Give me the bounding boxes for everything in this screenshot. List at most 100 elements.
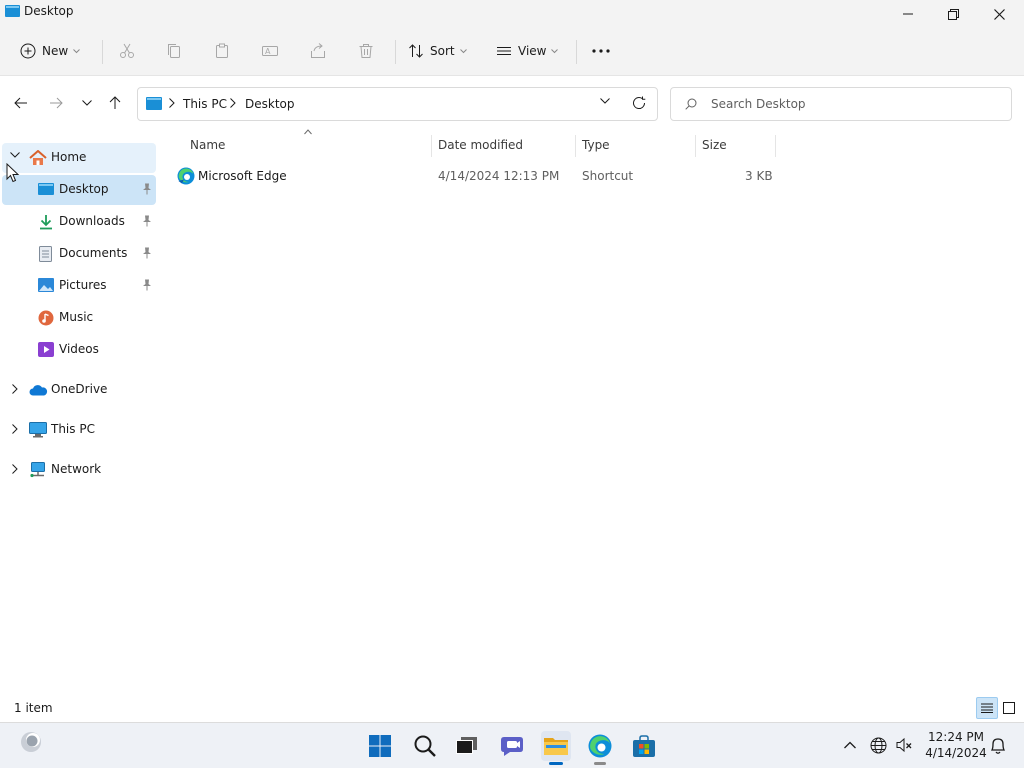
- chevron-right-icon[interactable]: [12, 464, 18, 474]
- breadcrumb-desktop[interactable]: Desktop: [245, 97, 295, 111]
- sidebar-item-label: Pictures: [59, 278, 107, 292]
- chevron-right-icon[interactable]: [12, 384, 18, 394]
- cut-button[interactable]: [119, 38, 135, 64]
- sidebar-item-videos[interactable]: Videos: [2, 335, 156, 365]
- window-title: Desktop: [24, 4, 74, 18]
- desktop-folder-icon: [146, 97, 162, 110]
- address-bar[interactable]: This PC Desktop: [137, 87, 658, 121]
- taskbar-search-button[interactable]: [410, 731, 440, 761]
- view-icon: [497, 47, 511, 55]
- sort-button[interactable]: Sort: [408, 38, 467, 64]
- sidebar-item-onedrive[interactable]: OneDrive: [2, 375, 156, 405]
- view-button[interactable]: View: [496, 38, 559, 64]
- chevron-right-icon: [230, 98, 236, 108]
- file-list: Name Date modified Type Size Microsoft E…: [157, 129, 1024, 691]
- edge-taskbar-button[interactable]: [585, 731, 615, 765]
- address-row: This PC Desktop Search Desktop: [0, 77, 1024, 131]
- recent-locations-button[interactable]: [77, 93, 97, 113]
- new-button[interactable]: New: [20, 38, 81, 64]
- chevron-right-icon[interactable]: [12, 424, 18, 434]
- paste-icon: [216, 43, 228, 58]
- toolbar-separator: [395, 40, 396, 64]
- back-button[interactable]: [11, 93, 31, 113]
- rename-icon: A: [262, 46, 278, 56]
- delete-button[interactable]: [358, 38, 374, 64]
- pin-icon[interactable]: [142, 215, 152, 227]
- breadcrumb-this-pc[interactable]: This PC: [183, 97, 227, 111]
- pictures-icon: [38, 278, 54, 292]
- pin-icon[interactable]: [142, 279, 152, 291]
- search-input[interactable]: Search Desktop: [670, 87, 1012, 121]
- share-button[interactable]: [310, 38, 326, 64]
- sidebar-item-label: Network: [51, 462, 102, 476]
- status-bar: 1 item: [0, 696, 1024, 720]
- pin-icon[interactable]: [142, 247, 152, 259]
- sidebar-item-music[interactable]: Music: [2, 303, 156, 333]
- taskbar: 12:24 PM 4/14/2024: [0, 722, 1024, 768]
- sidebar-item-pictures[interactable]: Pictures: [2, 271, 156, 301]
- music-icon: [38, 310, 54, 326]
- tiles-view-button[interactable]: [998, 697, 1020, 719]
- copy-icon: [168, 44, 180, 58]
- more-options-icon: [592, 49, 610, 53]
- chevron-down-icon[interactable]: [10, 152, 20, 158]
- sidebar-item-network[interactable]: Network: [2, 455, 156, 485]
- paste-button[interactable]: [214, 38, 230, 64]
- item-count: 1 item: [14, 701, 53, 715]
- onedrive-icon: [29, 385, 48, 396]
- sidebar-item-downloads[interactable]: Downloads: [2, 207, 156, 237]
- toolbar-separator: [576, 40, 577, 64]
- task-view-icon: [456, 737, 477, 754]
- chevron-down-icon[interactable]: [600, 98, 610, 104]
- pin-icon[interactable]: [142, 183, 152, 195]
- sidebar-item-label: Desktop: [59, 182, 109, 196]
- teams-chat-button[interactable]: [497, 731, 527, 761]
- sidebar-item-documents[interactable]: Documents: [2, 239, 156, 269]
- column-divider[interactable]: [775, 135, 776, 157]
- more-options-button[interactable]: [592, 38, 610, 64]
- chevron-down-icon: [82, 100, 92, 106]
- close-button[interactable]: [976, 0, 1022, 28]
- start-button[interactable]: [365, 731, 395, 761]
- table-row[interactable]: Microsoft Edge 4/14/2024 12:13 PM Shortc…: [157, 163, 797, 189]
- rename-button[interactable]: A: [262, 38, 278, 64]
- edge-icon: [588, 734, 612, 758]
- sidebar-item-desktop[interactable]: Desktop: [2, 175, 156, 205]
- taskbar-clock[interactable]: 12:24 PM 4/14/2024: [922, 729, 990, 761]
- column-header-name[interactable]: Name: [190, 131, 225, 159]
- new-icon: [20, 43, 36, 59]
- this-pc-icon: [29, 422, 47, 438]
- column-divider[interactable]: [431, 135, 432, 157]
- task-view-button[interactable]: [452, 731, 482, 761]
- globe-icon[interactable]: [870, 737, 887, 754]
- up-button[interactable]: [105, 93, 125, 113]
- chevron-down-icon: [459, 48, 467, 53]
- file-size: 3 KB: [745, 169, 773, 183]
- sort-label: Sort: [430, 44, 455, 58]
- column-header-date-modified[interactable]: Date modified: [438, 131, 523, 159]
- view-label: View: [518, 44, 547, 58]
- new-label: New: [42, 44, 69, 58]
- refresh-icon[interactable]: [632, 96, 646, 110]
- notifications-icon[interactable]: [990, 737, 1006, 755]
- column-divider[interactable]: [575, 135, 576, 157]
- sidebar-item-label: This PC: [51, 422, 95, 436]
- details-view-button[interactable]: [976, 697, 998, 719]
- file-explorer-taskbar-button[interactable]: [541, 731, 571, 765]
- widgets-icon[interactable]: [19, 731, 43, 753]
- sidebar-item-this-pc[interactable]: This PC: [2, 415, 156, 445]
- forward-button[interactable]: [46, 93, 66, 113]
- search-placeholder: Search Desktop: [711, 97, 806, 111]
- sidebar-item-home[interactable]: Home: [2, 143, 156, 173]
- restore-button[interactable]: [930, 0, 976, 28]
- chevron-up-icon[interactable]: [844, 741, 856, 749]
- start-icon: [369, 735, 391, 757]
- column-divider[interactable]: [695, 135, 696, 157]
- column-header-size[interactable]: Size: [702, 131, 727, 159]
- minimize-button[interactable]: [885, 0, 931, 28]
- speaker-muted-icon[interactable]: [896, 737, 913, 753]
- clock-time: 12:24 PM: [928, 730, 984, 744]
- store-taskbar-button[interactable]: [629, 731, 659, 761]
- copy-button[interactable]: [166, 38, 182, 64]
- column-header-type[interactable]: Type: [582, 131, 610, 159]
